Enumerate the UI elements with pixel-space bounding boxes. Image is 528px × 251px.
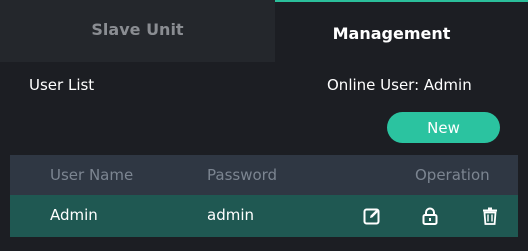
cell-password: admin — [207, 206, 254, 224]
tab-management-label: Management — [332, 24, 451, 43]
new-button-label: New — [427, 118, 460, 137]
table-header: User Name Password Operation — [10, 155, 518, 195]
new-user-button[interactable]: New — [387, 112, 500, 143]
lock-icon[interactable] — [420, 206, 440, 226]
tab-management[interactable]: Management — [275, 0, 528, 62]
tab-slave-unit[interactable]: Slave Unit — [0, 0, 275, 62]
cell-user-name: Admin — [50, 206, 98, 224]
user-list-title: User List — [29, 76, 95, 94]
column-user-name: User Name — [50, 166, 134, 184]
column-operation: Operation — [415, 166, 490, 184]
user-table: User Name Password Operation Admin admin — [10, 155, 518, 241]
table-row[interactable]: Admin admin — [10, 195, 518, 237]
edit-icon[interactable] — [362, 206, 382, 226]
online-user-label: Online User: Admin — [327, 76, 472, 94]
trash-icon[interactable] — [480, 206, 500, 226]
column-password: Password — [207, 166, 278, 184]
tab-slave-unit-label: Slave Unit — [91, 19, 184, 39]
tab-bar: Slave Unit Management — [0, 0, 528, 62]
user-management-panel: Slave Unit Management User List Online U… — [0, 0, 528, 251]
